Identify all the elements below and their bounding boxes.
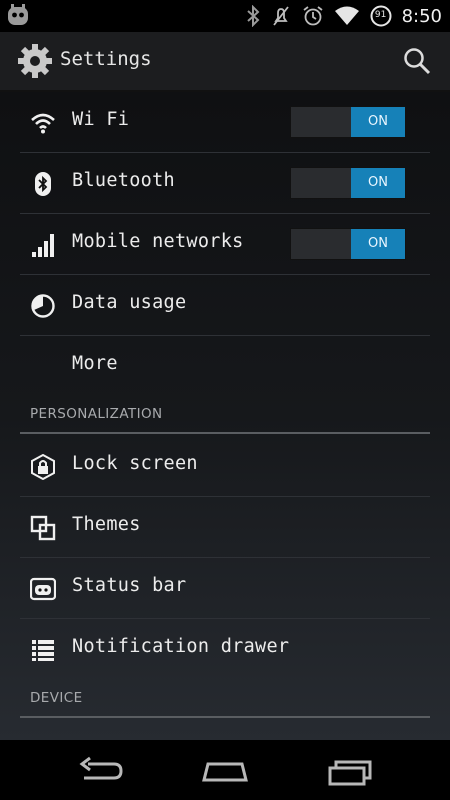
status-bar-icon (30, 576, 56, 602)
bluetooth-toggle[interactable]: ON (290, 167, 406, 199)
data-usage-icon (30, 293, 56, 319)
lock-icon (30, 454, 56, 480)
setting-label: Lock screen (72, 453, 198, 474)
section-header-personalization: PERSONALIZATION (30, 406, 163, 422)
setting-mobile-networks[interactable]: Mobile networks ON (20, 214, 430, 275)
mute-icon (270, 5, 292, 27)
page-title: Settings (60, 48, 152, 70)
wifi-toggle[interactable]: ON (290, 106, 406, 138)
setting-themes[interactable]: Themes (20, 497, 430, 558)
setting-lock-screen[interactable]: Lock screen (20, 436, 430, 497)
section-header-device: DEVICE (30, 690, 83, 706)
home-icon[interactable] (200, 756, 250, 790)
signal-icon (30, 232, 56, 258)
setting-label: Bluetooth (72, 170, 175, 191)
setting-more[interactable]: More (20, 336, 430, 396)
section-divider (20, 716, 430, 718)
bluetooth-icon (246, 5, 260, 27)
alarm-icon (302, 5, 324, 27)
list-icon (30, 637, 56, 663)
cyanogen-icon (6, 4, 30, 32)
bluetooth-icon (30, 171, 56, 197)
toggle-on-label: ON (351, 229, 405, 259)
mobile-toggle[interactable]: ON (290, 228, 406, 260)
settings-list[interactable]: Wi Fi ON Bluetooth ON Mobile networks ON… (0, 92, 450, 740)
wifi-icon (30, 110, 56, 136)
setting-label: Data usage (72, 292, 187, 313)
toggle-on-label: ON (351, 107, 405, 137)
setting-data-usage[interactable]: Data usage (20, 275, 430, 336)
search-icon[interactable] (402, 46, 432, 80)
wifi-icon (334, 6, 360, 26)
toggle-on-label: ON (351, 168, 405, 198)
setting-label: Themes (72, 514, 141, 535)
setting-bluetooth[interactable]: Bluetooth ON (20, 153, 430, 214)
battery-level: 91 (374, 10, 387, 20)
section-divider (20, 432, 430, 434)
themes-icon (30, 515, 56, 541)
recents-icon[interactable] (328, 756, 374, 790)
back-icon[interactable] (78, 756, 124, 790)
setting-notification-drawer[interactable]: Notification drawer (20, 619, 430, 679)
status-bar: 91 8:50 (0, 0, 450, 32)
setting-label: Mobile networks (72, 231, 244, 252)
action-bar: Settings (0, 32, 450, 92)
gear-icon[interactable] (16, 42, 54, 84)
battery-icon: 91 (370, 5, 392, 27)
setting-label: Notification drawer (72, 636, 290, 657)
setting-status-bar[interactable]: Status bar (20, 558, 430, 619)
setting-label: More (72, 353, 118, 374)
setting-label: Wi Fi (72, 109, 130, 130)
status-time: 8:50 (401, 5, 442, 27)
setting-label: Status bar (72, 575, 187, 596)
setting-wifi[interactable]: Wi Fi ON (20, 92, 430, 153)
navigation-bar (0, 740, 450, 800)
